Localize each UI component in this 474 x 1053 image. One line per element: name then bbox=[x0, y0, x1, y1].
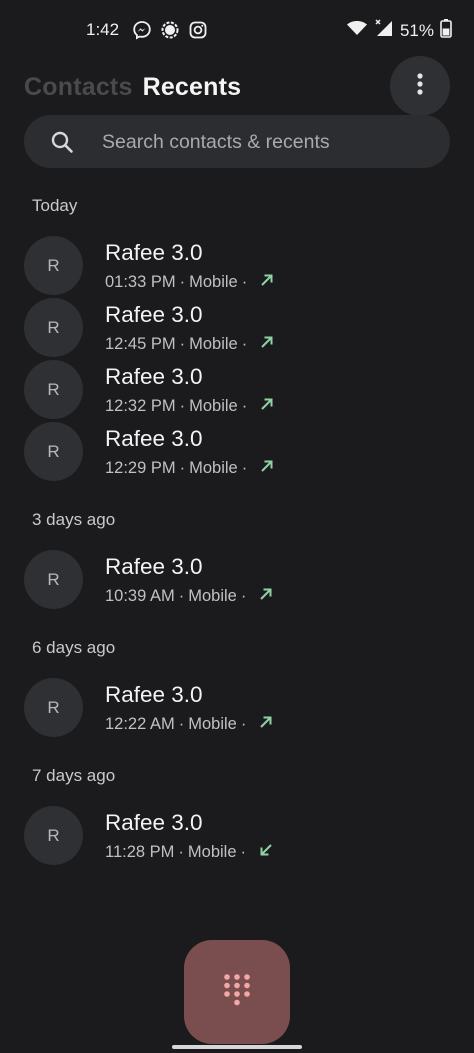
header-tabs: Contacts Recents bbox=[24, 70, 241, 104]
call-time: 12:29 PM bbox=[105, 459, 176, 477]
call-log-item[interactable]: R Rafee 3.0 12:22 AM · Mobile · bbox=[0, 678, 474, 740]
caller-name: Rafee 3.0 bbox=[105, 240, 203, 265]
caller-name: Rafee 3.0 bbox=[105, 554, 203, 579]
notification-icons bbox=[132, 20, 208, 40]
signal-app-icon bbox=[160, 20, 180, 40]
dialpad-icon bbox=[222, 973, 252, 1012]
incoming-call-icon bbox=[258, 842, 274, 863]
call-log-item[interactable]: R Rafee 3.0 01:33 PM · Mobile · bbox=[0, 236, 474, 298]
avatar: R bbox=[24, 236, 83, 295]
call-log-item[interactable]: R Rafee 3.0 12:29 PM · Mobile · bbox=[0, 422, 474, 484]
call-log-item[interactable]: R Rafee 3.0 12:32 PM · Mobile · bbox=[0, 360, 474, 422]
more-vert-icon bbox=[417, 72, 423, 100]
call-details: 01:33 PM · Mobile · bbox=[105, 272, 275, 293]
recents-screen: 1:42 51% Contacts Recents Search contact… bbox=[0, 0, 474, 1053]
call-details: 12:29 PM · Mobile · bbox=[105, 458, 275, 479]
call-log-item[interactable]: R Rafee 3.0 11:28 PM · Mobile · bbox=[0, 806, 474, 868]
section-header-today: Today bbox=[32, 196, 78, 215]
search-input[interactable] bbox=[100, 115, 434, 170]
status-time: 1:42 bbox=[86, 20, 120, 39]
call-details: 11:28 PM · Mobile · bbox=[105, 842, 274, 863]
outgoing-call-icon bbox=[258, 714, 274, 735]
call-time: 12:22 AM bbox=[105, 715, 175, 733]
outgoing-call-icon bbox=[259, 396, 275, 417]
avatar: R bbox=[24, 360, 83, 419]
system-status: 51% bbox=[346, 18, 452, 43]
search-icon bbox=[50, 130, 74, 154]
avatar: R bbox=[24, 298, 83, 357]
outgoing-call-icon bbox=[259, 272, 275, 293]
call-number-type: Mobile bbox=[187, 843, 237, 861]
battery-percent: 51% bbox=[399, 20, 434, 40]
wifi-icon bbox=[346, 19, 368, 42]
call-number-type: Mobile bbox=[189, 273, 238, 291]
dialpad-button[interactable] bbox=[184, 940, 290, 1044]
call-log-item[interactable]: R Rafee 3.0 12:45 PM · Mobile · bbox=[0, 298, 474, 360]
battery-icon bbox=[440, 18, 452, 43]
call-time: 01:33 PM bbox=[105, 273, 176, 291]
call-number-type: Mobile bbox=[189, 335, 238, 353]
call-number-type: Mobile bbox=[189, 397, 238, 415]
call-details: 12:45 PM · Mobile · bbox=[105, 334, 275, 355]
call-log-item[interactable]: R Rafee 3.0 10:39 AM · Mobile · bbox=[0, 550, 474, 612]
caller-name: Rafee 3.0 bbox=[105, 682, 203, 707]
call-time: 12:45 PM bbox=[105, 335, 176, 353]
call-details: 10:39 AM · Mobile · bbox=[105, 586, 274, 607]
avatar: R bbox=[24, 678, 83, 737]
instagram-icon bbox=[188, 20, 208, 40]
call-time: 10:39 AM bbox=[105, 587, 175, 605]
outgoing-call-icon bbox=[258, 586, 274, 607]
section-header-7-days-ago: 7 days ago bbox=[32, 766, 116, 785]
messenger-icon bbox=[132, 20, 152, 40]
outgoing-call-icon bbox=[259, 334, 275, 355]
section-header-3-days-ago: 3 days ago bbox=[32, 510, 116, 529]
avatar: R bbox=[24, 422, 83, 481]
status-bar: 1:42 51% bbox=[0, 0, 474, 62]
call-time: 12:32 PM bbox=[105, 397, 176, 415]
call-number-type: Mobile bbox=[188, 715, 237, 733]
caller-name: Rafee 3.0 bbox=[105, 426, 203, 451]
section-header-6-days-ago: 6 days ago bbox=[32, 638, 116, 657]
tab-recents[interactable]: Recents bbox=[143, 73, 242, 102]
call-time: 11:28 PM bbox=[105, 843, 175, 861]
caller-name: Rafee 3.0 bbox=[105, 302, 203, 327]
outgoing-call-icon bbox=[259, 458, 275, 479]
cell-signal-icon bbox=[374, 18, 394, 43]
avatar: R bbox=[24, 806, 83, 865]
call-details: 12:22 AM · Mobile · bbox=[105, 714, 274, 735]
call-number-type: Mobile bbox=[189, 459, 238, 477]
caller-name: Rafee 3.0 bbox=[105, 364, 203, 389]
caller-name: Rafee 3.0 bbox=[105, 810, 203, 835]
call-details: 12:32 PM · Mobile · bbox=[105, 396, 275, 417]
more-options-button[interactable] bbox=[390, 56, 450, 116]
call-number-type: Mobile bbox=[188, 587, 237, 605]
tab-contacts[interactable]: Contacts bbox=[24, 73, 133, 102]
avatar: R bbox=[24, 550, 83, 609]
home-gesture-bar[interactable] bbox=[172, 1045, 302, 1049]
search-bar[interactable] bbox=[24, 115, 450, 170]
